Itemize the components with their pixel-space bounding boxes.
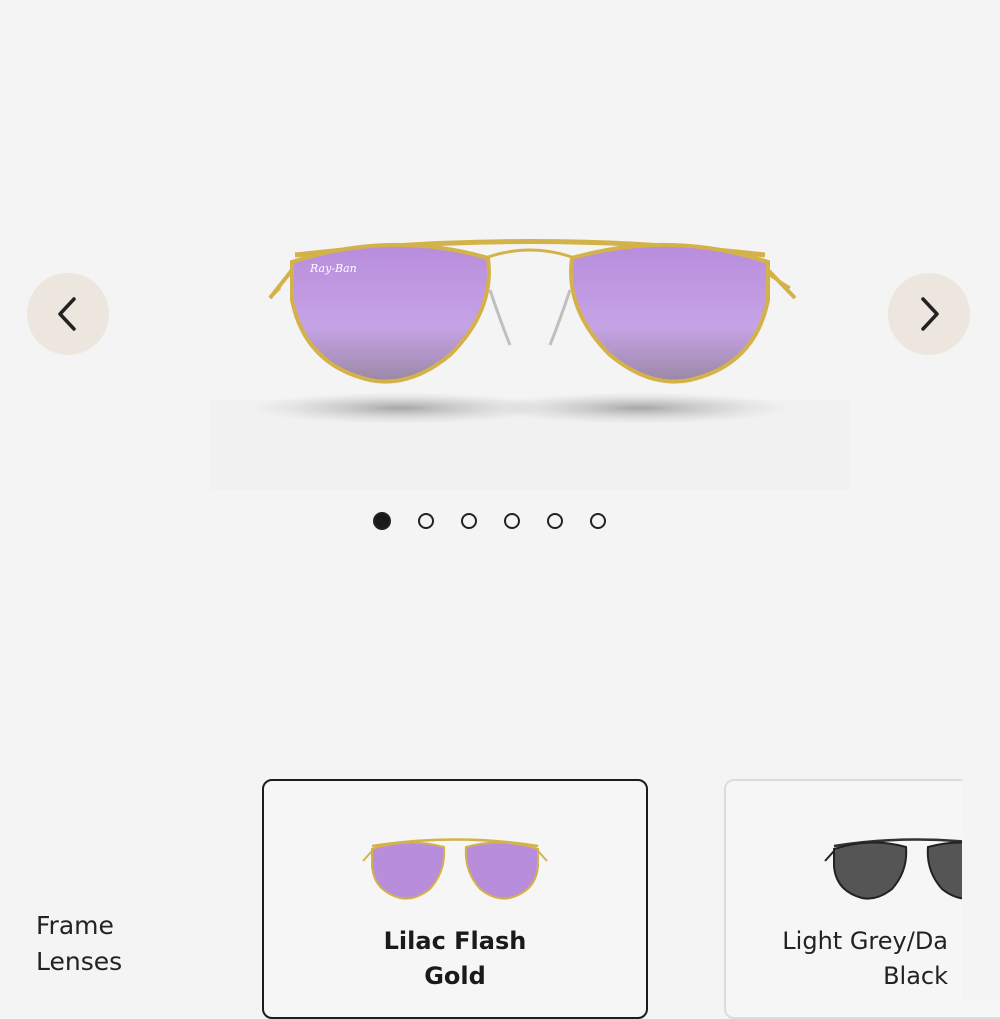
carousel-edge-mask [962,760,1000,1000]
chevron-left-icon [58,297,76,331]
product-gallery: Ray-Ban [0,0,1000,560]
variant-attribute-labels: Frame Lenses [36,908,122,980]
carousel-indicators [373,511,606,531]
variant-frame-name: Black [883,962,948,990]
carousel-dot-1[interactable] [373,512,391,530]
next-image-button[interactable] [888,273,970,355]
variant-lens-name: Lilac Flash [383,927,527,955]
variant-card-lilac-flash-gold[interactable]: Lilac Flash Gold [262,779,648,1019]
svg-text:Ray-Ban: Ray-Ban [309,262,357,275]
carousel-dot-2[interactable] [418,513,434,529]
variant-card-light-grey-black[interactable]: Light Grey/Da Black [724,779,1000,1019]
chevron-right-icon [921,297,939,331]
variant-lens-name: Light Grey/Da [782,927,948,955]
carousel-dot-4[interactable] [504,513,520,529]
carousel-dot-5[interactable] [547,513,563,529]
carousel-dot-3[interactable] [461,513,477,529]
variant-thumbnail [362,838,548,900]
variant-frame-name: Gold [424,962,486,990]
previous-image-button[interactable] [27,273,109,355]
lenses-label: Lenses [36,947,123,976]
carousel-dot-6[interactable] [590,513,606,529]
product-image: Ray-Ban [210,239,850,490]
frame-label: Frame [36,911,114,940]
